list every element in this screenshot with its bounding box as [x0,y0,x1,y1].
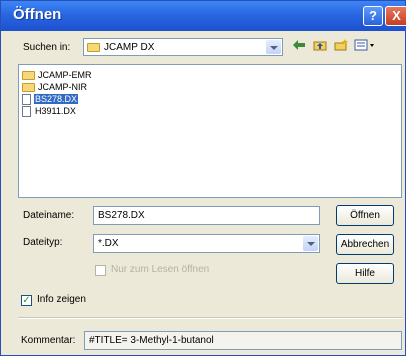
open-button[interactable]: Öffnen [336,205,394,226]
back-arrow-icon[interactable] [290,39,308,55]
list-item-label: H3911.DX [35,106,76,116]
divider [18,317,403,319]
list-item[interactable]: H3911.DX [22,105,77,117]
help-button[interactable]: Hilfe [336,263,394,284]
comment-label: Kommentar: [21,335,76,346]
dialog-title: Öffnen [13,6,62,23]
list-item-label: JCAMP-NIR [38,82,87,92]
filetype-label: Dateityp: [23,237,63,248]
readonly-label: Nur zum Lesen öffnen [111,264,210,275]
file-list[interactable]: JCAMP-EMR JCAMP-NIR BS278.DX H3911.DX [18,64,402,198]
open-file-dialog: Öffnen ? X Suchen in: JCAMP DX JCAMP-EMR… [0,0,406,356]
file-icon [22,93,31,105]
info-checkbox[interactable]: ✓ [21,295,32,306]
folder-icon [87,43,100,52]
filetype-select[interactable]: *.DX [93,234,320,253]
list-item[interactable]: BS278.DX [22,93,79,105]
up-folder-icon[interactable] [311,39,329,55]
list-item[interactable]: JCAMP-NIR [22,81,88,93]
folder-icon [22,82,35,92]
chevron-down-icon[interactable] [303,236,318,251]
file-icon [22,105,31,117]
chevron-down-icon[interactable] [266,40,281,54]
title-bar[interactable]: Öffnen ? X [1,1,406,31]
readonly-checkbox [95,265,106,276]
folder-icon [22,70,35,80]
filename-label: Dateiname: [23,210,75,221]
list-item-label: JCAMP-EMR [38,70,92,80]
look-in-label: Suchen in: [23,42,71,53]
views-menu-icon[interactable] [353,39,377,55]
comment-field: #TITLE= 3-Methyl-1-butanol [84,331,402,350]
list-item[interactable]: JCAMP-EMR [22,69,93,81]
close-button[interactable]: X [385,6,406,26]
cancel-button[interactable]: Abbrechen [336,234,394,255]
help-title-button[interactable]: ? [363,6,383,26]
look-in-value: JCAMP DX [104,42,155,53]
list-item-label: BS278.DX [34,94,79,104]
filename-input[interactable]: BS278.DX [93,206,320,225]
new-folder-icon[interactable] [332,39,350,55]
look-in-select[interactable]: JCAMP DX [83,38,283,56]
filetype-value: *.DX [98,238,119,249]
info-label[interactable]: Info zeigen [37,294,86,305]
